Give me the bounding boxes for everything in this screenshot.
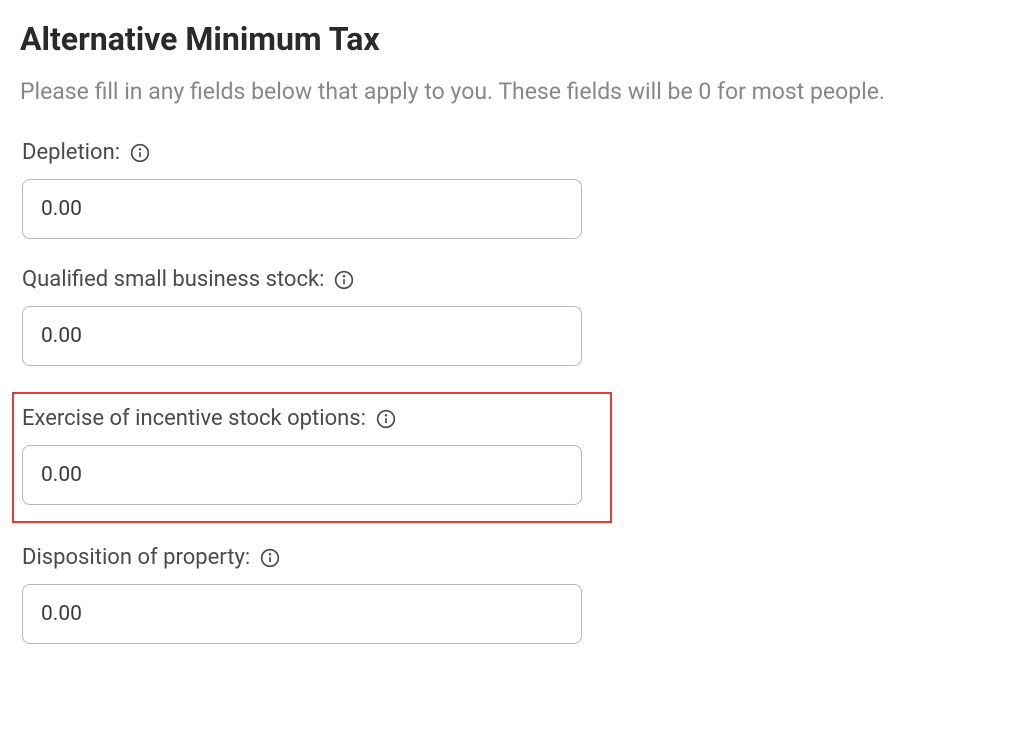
qsbs-label: Qualified small business stock:: [22, 267, 324, 292]
info-icon[interactable]: [334, 270, 354, 290]
depletion-label: Depletion:: [22, 140, 120, 165]
disposition-label: Disposition of property:: [22, 545, 250, 570]
info-icon[interactable]: [376, 409, 396, 429]
page-heading: Alternative Minimum Tax: [20, 20, 1004, 58]
field-group-iso-highlighted: Exercise of incentive stock options:: [12, 392, 612, 523]
field-group-depletion: Depletion:: [20, 138, 1004, 241]
iso-input[interactable]: [22, 445, 582, 505]
info-icon[interactable]: [260, 548, 280, 568]
field-group-qsbs: Qualified small business stock:: [20, 265, 1004, 368]
field-group-disposition: Disposition of property:: [20, 543, 1004, 646]
info-icon[interactable]: [130, 143, 150, 163]
disposition-input[interactable]: [22, 584, 582, 644]
depletion-input[interactable]: [22, 179, 582, 239]
qsbs-input[interactable]: [22, 306, 582, 366]
page-description: Please fill in any fields below that app…: [20, 76, 1004, 108]
iso-label: Exercise of incentive stock options:: [22, 406, 366, 431]
